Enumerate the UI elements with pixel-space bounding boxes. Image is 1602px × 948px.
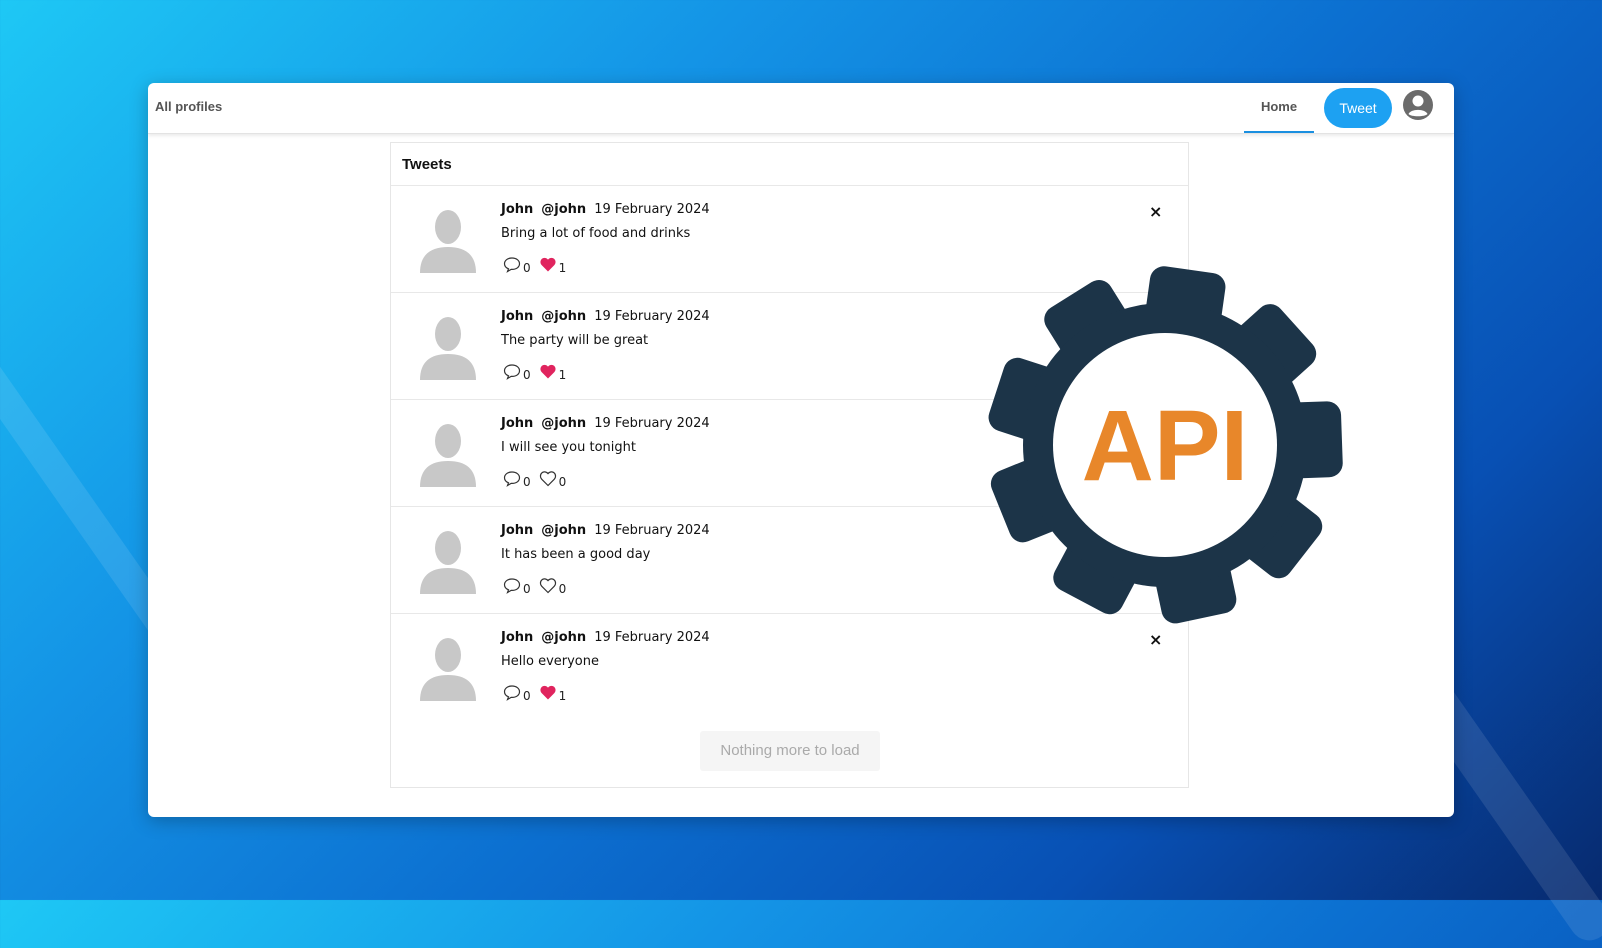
tweet-actions: 0 1 — [503, 256, 566, 276]
tweet-author-name[interactable]: John — [501, 416, 533, 431]
tweet-date: 19 February 2024 — [594, 202, 710, 217]
tweet-date: 19 February 2024 — [594, 309, 710, 324]
tweet-actions: 0 0 — [503, 577, 566, 597]
tweet-header: John @john 19 February 2024 — [501, 202, 710, 217]
like-count: 1 — [558, 261, 567, 275]
tweet-text: I will see you tonight — [501, 440, 636, 455]
tweet-author-name[interactable]: John — [501, 202, 533, 217]
tweet-author-handle[interactable]: @john — [541, 523, 586, 538]
tweet-header: John @john 19 February 2024 — [501, 630, 710, 645]
like-button[interactable]: 0 — [539, 470, 567, 489]
tweet-text: It has been a good day — [501, 547, 651, 562]
speech-bubble-icon — [503, 471, 521, 487]
tweet-actions: 0 1 — [503, 363, 566, 383]
tweet-text: Bring a lot of food and drinks — [501, 226, 691, 241]
tweet-author-handle[interactable]: @john — [541, 416, 586, 431]
tweet-author-name[interactable]: John — [501, 630, 533, 645]
like-button[interactable]: 1 — [539, 363, 567, 382]
reply-count: 0 — [523, 689, 531, 703]
like-button[interactable]: 1 — [539, 256, 567, 275]
tab-home[interactable]: Home — [1244, 83, 1314, 133]
tweet-actions: 0 1 — [503, 684, 566, 704]
api-logo-text: API — [1082, 390, 1249, 502]
reply-count: 0 — [523, 475, 531, 489]
speech-bubble-icon — [503, 257, 521, 273]
tweet-header: John @john 19 February 2024 — [501, 523, 710, 538]
reply-count: 0 — [523, 582, 531, 596]
api-gear-logo: API — [988, 266, 1343, 624]
speech-bubble-icon — [503, 685, 521, 701]
avatar-placeholder-icon — [420, 424, 476, 487]
feed-title: Tweets — [391, 143, 1188, 186]
tweet-author-handle[interactable]: @john — [541, 630, 586, 645]
reply-count: 0 — [523, 261, 531, 275]
heart-icon — [540, 685, 556, 700]
avatar-placeholder-icon — [420, 638, 476, 701]
like-count: 1 — [558, 689, 567, 703]
tweet-date: 19 February 2024 — [594, 630, 710, 645]
tweet-author-name[interactable]: John — [501, 309, 533, 324]
speech-bubble-icon — [503, 578, 521, 594]
tweet-date: 19 February 2024 — [594, 523, 710, 538]
heart-icon — [540, 257, 556, 272]
reply-button[interactable]: 0 — [503, 363, 531, 382]
tweet-text: Hello everyone — [501, 654, 600, 669]
tweet-header: John @john 19 February 2024 — [501, 416, 710, 431]
speech-bubble-icon — [503, 364, 521, 380]
delete-tweet-button[interactable]: × — [1149, 204, 1162, 220]
all-profiles-link[interactable]: All profiles — [155, 99, 222, 114]
tweet-author-handle[interactable]: @john — [541, 309, 586, 324]
heart-icon — [539, 471, 556, 487]
account-circle-icon[interactable] — [1402, 89, 1434, 121]
like-count: 0 — [558, 475, 567, 489]
load-more-button[interactable]: Nothing more to load — [700, 731, 880, 771]
reply-button[interactable]: 0 — [503, 684, 531, 703]
avatar-placeholder-icon — [420, 317, 476, 380]
tweet-author-handle[interactable]: @john — [541, 202, 586, 217]
reply-button[interactable]: 0 — [503, 577, 531, 596]
top-navbar: All profiles Home Tweet — [148, 83, 1454, 134]
tweet-actions: 0 0 — [503, 470, 566, 490]
tweet-text: The party will be great — [501, 333, 649, 348]
like-button[interactable]: 0 — [539, 577, 567, 596]
avatar-placeholder-icon — [420, 531, 476, 594]
like-count: 1 — [558, 368, 567, 382]
tweet-date: 19 February 2024 — [594, 416, 710, 431]
tweet-author-name[interactable]: John — [501, 523, 533, 538]
tweet-header: John @john 19 February 2024 — [501, 309, 710, 324]
heart-icon — [540, 364, 556, 379]
heart-icon — [539, 578, 556, 594]
like-button[interactable]: 1 — [539, 684, 567, 703]
reply-button[interactable]: 0 — [503, 470, 531, 489]
avatar-placeholder-icon — [420, 210, 476, 273]
reply-button[interactable]: 0 — [503, 256, 531, 275]
reply-count: 0 — [523, 368, 531, 382]
tweet-button[interactable]: Tweet — [1324, 88, 1392, 128]
like-count: 0 — [558, 582, 567, 596]
